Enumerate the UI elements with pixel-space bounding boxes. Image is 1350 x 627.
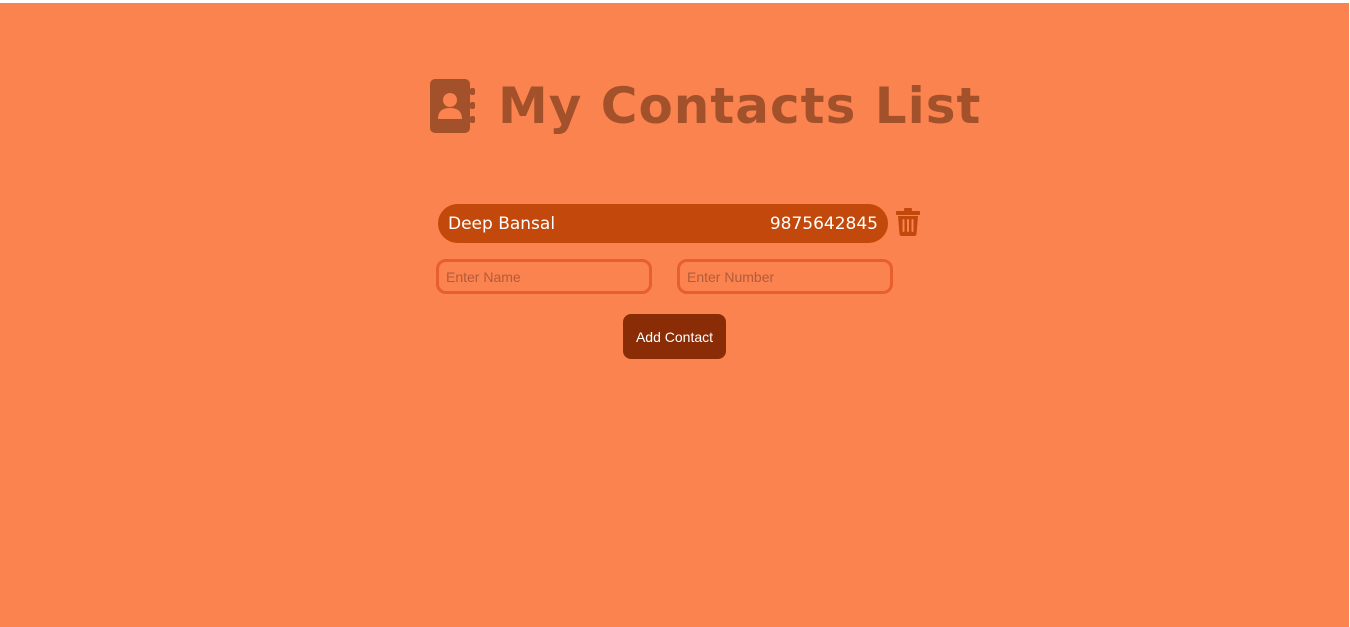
add-contact-button[interactable]: Add Contact bbox=[623, 314, 726, 359]
page-title: My Contacts List bbox=[498, 77, 982, 135]
number-input[interactable] bbox=[677, 259, 893, 294]
contact-number: 9875642845 bbox=[769, 213, 878, 234]
page-header: My Contacts List bbox=[430, 71, 981, 141]
contact-item: Deep Bansal 9875642845 bbox=[438, 204, 888, 243]
app-container: My Contacts List Deep Bansal 9875642845 … bbox=[0, 3, 1349, 627]
trash-icon[interactable] bbox=[896, 208, 920, 236]
name-input[interactable] bbox=[436, 259, 652, 294]
contact-name: Deep Bansal bbox=[448, 213, 556, 234]
address-book-icon bbox=[430, 79, 475, 133]
